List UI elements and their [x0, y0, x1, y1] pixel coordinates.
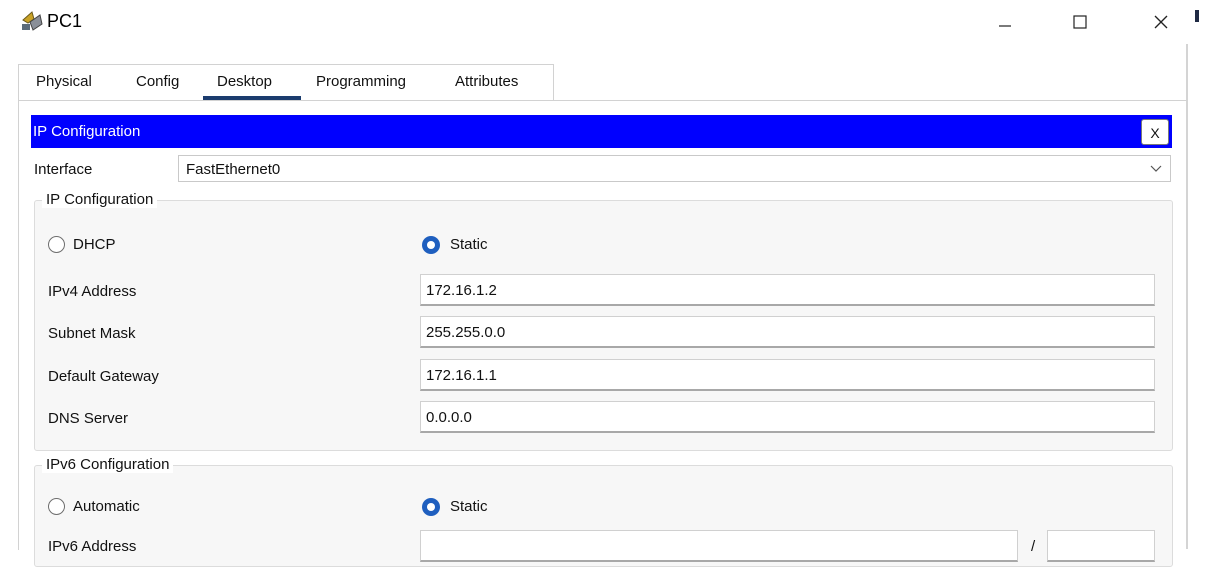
chevron-down-icon	[1150, 165, 1162, 172]
tab-attributes[interactable]: Attributes	[455, 73, 518, 90]
interface-label: Interface	[34, 161, 93, 178]
maximize-button[interactable]	[1057, 6, 1103, 38]
window-edge	[1192, 0, 1207, 549]
minimize-button[interactable]	[982, 6, 1028, 38]
ipv6-group-title: IPv6 Configuration	[42, 456, 174, 473]
tab-desktop[interactable]: Desktop	[217, 73, 272, 90]
ipv6-address-field[interactable]	[420, 530, 1018, 562]
ipv6-static-radio[interactable]	[422, 498, 440, 516]
close-icon	[1154, 15, 1168, 29]
ipv6-automatic-radio[interactable]	[48, 498, 65, 515]
ipv6-prefix-field[interactable]	[1047, 530, 1155, 562]
ipv6-static-label[interactable]: Static	[450, 498, 488, 515]
subnet-mask-label: Subnet Mask	[48, 325, 136, 342]
ip-configuration-header: IP Configuration X	[31, 115, 1172, 148]
dns-server-field[interactable]: 0.0.0.0	[420, 401, 1155, 433]
window-titlebar: PC1	[0, 0, 1192, 44]
ipv4-group-title: IP Configuration	[42, 191, 158, 208]
maximize-icon	[1073, 15, 1087, 29]
ipv6-address-label: IPv6 Address	[48, 538, 137, 555]
header-title: IP Configuration	[33, 123, 141, 140]
dhcp-label[interactable]: DHCP	[73, 236, 116, 253]
default-gateway-field[interactable]: 172.16.1.1	[420, 359, 1155, 391]
tab-physical[interactable]: Physical	[36, 73, 92, 90]
close-panel-button[interactable]: X	[1141, 119, 1169, 145]
prefix-separator: /	[1031, 538, 1036, 555]
ipv6-automatic-label[interactable]: Automatic	[73, 498, 140, 515]
ipv4-address-label: IPv4 Address	[48, 283, 137, 300]
static-label[interactable]: Static	[450, 236, 488, 253]
static-radio[interactable]	[422, 236, 440, 254]
dns-server-label: DNS Server	[48, 410, 129, 427]
minimize-icon	[999, 25, 1011, 27]
default-gateway-label: Default Gateway	[48, 368, 159, 385]
close-window-button[interactable]	[1138, 6, 1184, 38]
tab-config[interactable]: Config	[136, 73, 179, 90]
ipv4-address-field[interactable]: 172.16.1.2	[420, 274, 1155, 306]
subnet-mask-field[interactable]: 255.255.0.0	[420, 316, 1155, 348]
active-tab-indicator	[203, 96, 301, 100]
dhcp-radio[interactable]	[48, 236, 65, 253]
interface-value: FastEthernet0	[186, 161, 281, 178]
window-title: PC1	[47, 11, 83, 31]
pc-app-icon	[22, 11, 43, 31]
interface-select[interactable]: FastEthernet0	[178, 155, 1171, 182]
tab-programming[interactable]: Programming	[316, 73, 406, 90]
